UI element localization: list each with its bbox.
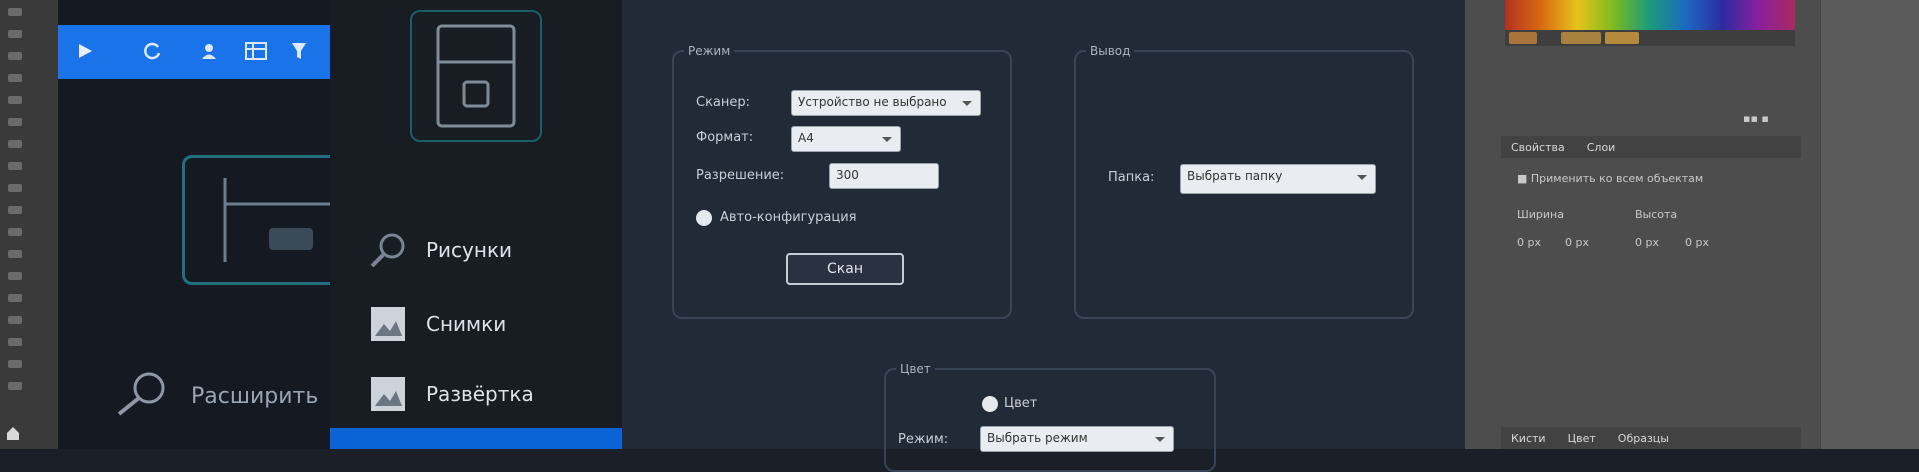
group-output: Вывод Папка: Выбрать папку: [1074, 44, 1414, 319]
group-color-legend: Цвет: [900, 362, 931, 376]
value-1: 0 px: [1517, 236, 1541, 249]
group-color: Цвет Цвет Режим: Выбрать режим: [884, 362, 1216, 472]
color-tool-icon[interactable]: [8, 338, 22, 346]
nav-item-selected[interactable]: [330, 428, 622, 449]
dock-strip: [1820, 0, 1919, 449]
eyedropper-tool-icon[interactable]: [8, 96, 22, 104]
panel-tabs-bottom: Кисти Цвет Образцы: [1501, 427, 1801, 449]
apply-all-row[interactable]: ■ Применить ко всем объектам: [1517, 172, 1703, 185]
screen-mode-tool-icon[interactable]: [8, 382, 22, 390]
scanner-label: Сканер:: [696, 95, 751, 110]
resolution-field[interactable]: 300: [829, 163, 939, 189]
nav-item-layout[interactable]: Развёртка: [368, 374, 534, 414]
tool-strip: [0, 0, 59, 449]
panel-menu-icon[interactable]: ▪▪ ▪: [1743, 112, 1769, 125]
nav-item-snapshots[interactable]: Снимки: [368, 304, 506, 344]
text-tool-icon[interactable]: [8, 250, 22, 258]
height-label: Высота: [1635, 208, 1678, 221]
color-mode-label: Режим:: [898, 432, 949, 447]
person-icon[interactable]: [196, 38, 222, 64]
value-4: 0 px: [1685, 236, 1709, 249]
color-spectrum[interactable]: [1505, 0, 1795, 30]
image-icon: [368, 374, 408, 414]
color-mode-select[interactable]: Выбрать режим: [980, 426, 1174, 452]
value-2: 0 px: [1565, 236, 1589, 249]
folder-select[interactable]: Выбрать папку: [1180, 164, 1376, 194]
tab-layers[interactable]: Слои: [1587, 141, 1616, 154]
hand-tool-icon[interactable]: [8, 294, 22, 302]
home-icon[interactable]: [5, 425, 21, 441]
tab-color[interactable]: Цвет: [1568, 432, 1596, 445]
background-search-label: Расширить: [191, 383, 319, 409]
nav-item-label: Развёртка: [426, 382, 534, 406]
image-icon: [368, 304, 408, 344]
nav-item-drawings[interactable]: Рисунки: [368, 230, 512, 270]
gradient-tool-icon[interactable]: [8, 184, 22, 192]
magnifier-icon: [113, 370, 173, 422]
resolution-label: Разрешение:: [696, 168, 785, 183]
apply-all-checkbox-icon: ■: [1517, 172, 1531, 185]
background-search-item[interactable]: Расширить: [113, 370, 318, 422]
dialog-main: Режим Сканер: Устройство не выбрано Форм…: [622, 0, 1465, 472]
tab-brushes[interactable]: Кисти: [1511, 432, 1546, 445]
dialog-sidebar: Рисунки Снимки Развёртка: [330, 0, 622, 449]
swatch[interactable]: [1605, 32, 1639, 44]
format-select[interactable]: A4: [791, 126, 901, 152]
nav-item-label: Рисунки: [426, 238, 513, 262]
folder-label: Папка:: [1108, 170, 1155, 185]
lasso-tool-icon[interactable]: [8, 52, 22, 60]
search-icon: [368, 230, 408, 270]
format-label: Формат:: [696, 130, 754, 145]
tab-swatches[interactable]: Образцы: [1618, 432, 1669, 445]
color-radio-label: Цвет: [1004, 396, 1038, 411]
brush-tool-icon[interactable]: [8, 118, 22, 126]
color-radio[interactable]: [982, 396, 998, 412]
apply-all-label: Применить ко всем объектам: [1530, 172, 1704, 185]
panel-tabs-top: Свойства Слои: [1501, 136, 1801, 158]
value-3: 0 px: [1635, 236, 1659, 249]
zoom-tool-icon[interactable]: [8, 316, 22, 324]
group-output-legend: Вывод: [1090, 44, 1131, 58]
scanner-icon: [410, 10, 542, 142]
tab-properties[interactable]: Свойства: [1511, 141, 1565, 154]
swatch[interactable]: [1509, 32, 1537, 44]
scanner-select[interactable]: Устройство не выбрано: [791, 90, 981, 116]
auto-config-checkbox[interactable]: [696, 210, 712, 226]
refresh-icon[interactable]: [140, 38, 166, 64]
stamp-tool-icon[interactable]: [8, 140, 22, 148]
filter-icon[interactable]: [286, 38, 312, 64]
blur-tool-icon[interactable]: [8, 206, 22, 214]
shape-tool-icon[interactable]: [8, 272, 22, 280]
move-tool-icon[interactable]: [8, 8, 22, 16]
select-tool-icon[interactable]: [8, 30, 22, 38]
nav-item-label: Снимки: [426, 312, 507, 336]
group-mode-legend: Режим: [688, 44, 731, 58]
pen-tool-icon[interactable]: [8, 228, 22, 236]
auto-config-label: Авто-конфигурация: [720, 210, 857, 225]
swatch[interactable]: [1561, 32, 1601, 44]
width-label: Ширина: [1517, 208, 1564, 221]
crop-tool-icon[interactable]: [8, 74, 22, 82]
table-icon[interactable]: [243, 38, 269, 64]
eraser-tool-icon[interactable]: [8, 162, 22, 170]
recent-swatches: [1505, 30, 1795, 46]
mask-tool-icon[interactable]: [8, 360, 22, 368]
group-mode: Режим Сканер: Устройство не выбрано Форм…: [672, 44, 1012, 319]
right-panel: ▪▪ ▪ Свойства Слои ■ Применить ко всем о…: [1465, 0, 1820, 449]
scan-button[interactable]: Скан: [786, 253, 904, 285]
play-icon[interactable]: [72, 38, 98, 64]
